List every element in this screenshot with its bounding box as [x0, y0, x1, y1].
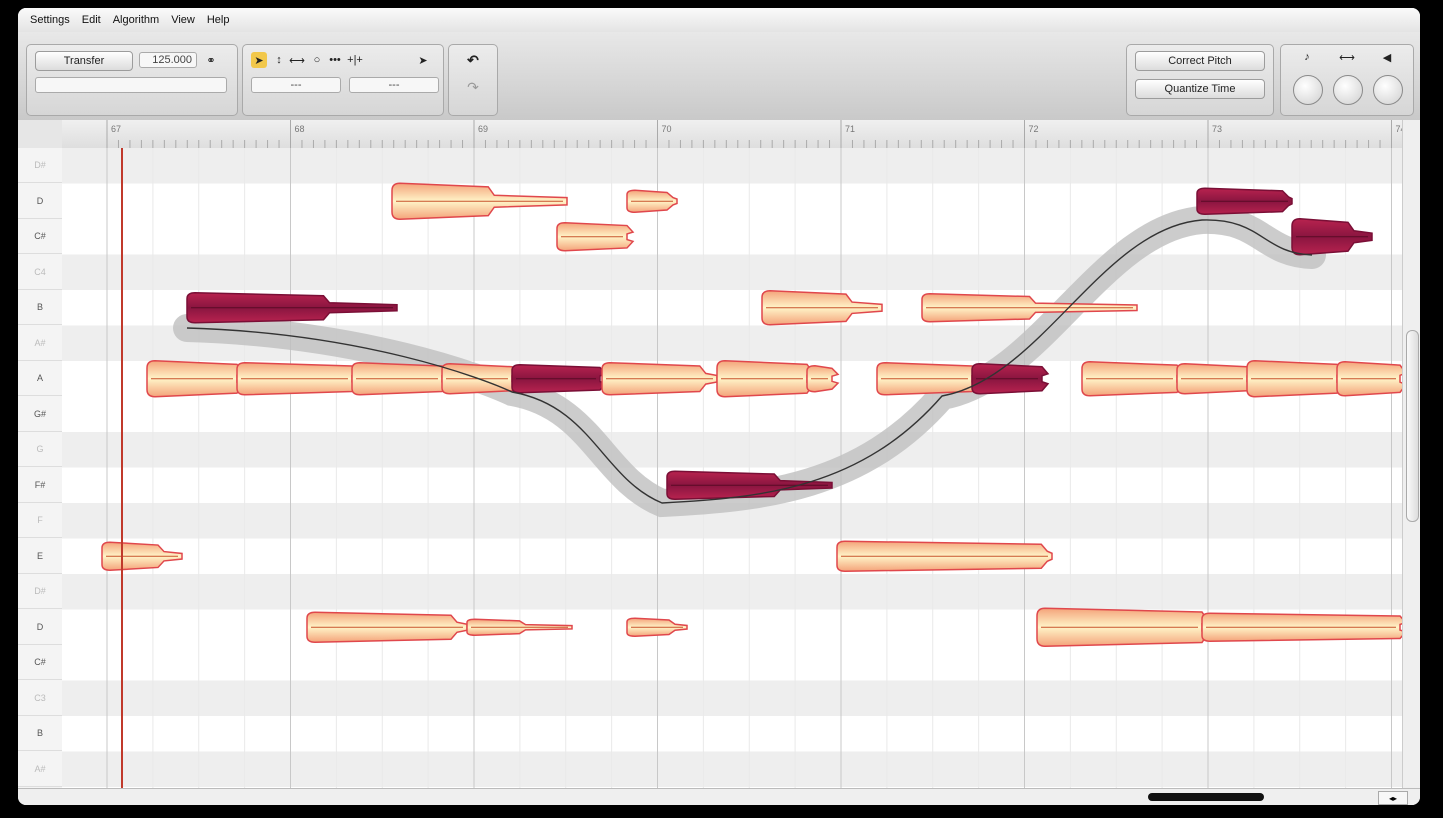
ruler-bar-label: 71: [845, 124, 855, 134]
menu-bar: Settings Edit Algorithm View Help: [18, 8, 1420, 32]
tools-group: ➤ ↕ ⟷ ○ ••• +|+ ➤ --- ---: [242, 44, 444, 116]
piano-key[interactable]: G: [18, 432, 62, 467]
pitch-row-band: [62, 254, 1402, 290]
piano-key[interactable]: D: [18, 184, 62, 219]
piano-keyboard[interactable]: D# D C# C4 B A# A G# G F# F E D# D C# C3 B A#: [18, 148, 63, 788]
correction-group: Correct Pitch Quantize Time: [1126, 44, 1274, 116]
piano-key[interactable]: D#: [18, 574, 62, 609]
redo-icon[interactable]: ↷: [465, 79, 481, 95]
undo-icon[interactable]: ↶: [465, 52, 481, 68]
tempo-field[interactable]: 125.000: [139, 52, 197, 68]
select-tool-icon[interactable]: ➤: [415, 52, 431, 68]
volume-macro-icon: ◀: [1382, 51, 1392, 64]
quantize-time-button[interactable]: Quantize Time: [1135, 79, 1265, 99]
link-icon[interactable]: ⚭: [203, 52, 219, 68]
ruler-bar-label: 73: [1212, 124, 1222, 134]
piano-key[interactable]: C4: [18, 255, 62, 290]
pitch-row-band: [62, 751, 1402, 787]
pitch-row-band: [62, 574, 1402, 610]
piano-key[interactable]: A#: [18, 752, 62, 787]
ruler-bar-label: 68: [295, 124, 305, 134]
piano-key[interactable]: A#: [18, 326, 62, 361]
piano-key[interactable]: B: [18, 716, 62, 751]
app-window: Settings Edit Algorithm View Help Transf…: [18, 8, 1420, 805]
piano-key[interactable]: D: [18, 610, 62, 645]
time-macro-knob[interactable]: [1333, 75, 1363, 105]
vertical-scrollbar[interactable]: [1402, 120, 1420, 788]
piano-key[interactable]: C3: [18, 681, 62, 716]
piano-key[interactable]: C#: [18, 645, 62, 680]
vertical-scroll-thumb[interactable]: [1406, 330, 1419, 522]
piano-key[interactable]: F: [18, 503, 62, 538]
transfer-status-field: [35, 77, 227, 93]
note-canvas: [62, 148, 1402, 788]
ruler-svg: 6768697071727374: [106, 120, 1415, 148]
transfer-group: Transfer 125.000 ⚭: [26, 44, 238, 116]
time-macro-icon: ⟷: [1339, 51, 1355, 64]
undo-group: ↶ ↷: [448, 44, 498, 116]
menu-algorithm[interactable]: Algorithm: [113, 14, 159, 26]
note-editor[interactable]: [62, 148, 1402, 788]
time-tool-icon[interactable]: ⟷: [289, 52, 305, 68]
pitch-macro-icon: ♪: [1304, 51, 1310, 63]
piano-key[interactable]: F#: [18, 468, 62, 503]
piano-key[interactable]: G#: [18, 397, 62, 432]
formant-tool-icon[interactable]: ○: [309, 52, 325, 68]
menu-settings[interactable]: Settings: [30, 14, 70, 26]
ruler-bar-label: 69: [478, 124, 488, 134]
piano-key[interactable]: E: [18, 539, 62, 574]
pitch-row-band: [62, 432, 1402, 468]
horizontal-scroll-thumb[interactable]: [1148, 793, 1264, 801]
amplitude-tool-icon[interactable]: •••: [327, 52, 343, 68]
macro-knobs-group: ♪ ⟷ ◀: [1280, 44, 1414, 116]
pitch-macro-knob[interactable]: [1293, 75, 1323, 105]
ruler-bar-label: 72: [1029, 124, 1039, 134]
toolbar: Transfer 125.000 ⚭ ➤ ↕ ⟷ ○ ••• +|+ ➤ ---…: [18, 32, 1420, 121]
scroll-arrows-icon[interactable]: ◂▸: [1378, 791, 1408, 805]
pitch-row-band: [62, 148, 1402, 184]
ruler-bar-label: 70: [662, 124, 672, 134]
correct-pitch-button[interactable]: Correct Pitch: [1135, 51, 1265, 71]
pitch-tool-icon[interactable]: ↕: [271, 52, 287, 68]
transfer-button[interactable]: Transfer: [35, 51, 133, 71]
volume-macro-knob[interactable]: [1373, 75, 1403, 105]
pitch-row-band: [62, 680, 1402, 716]
menu-help[interactable]: Help: [207, 14, 230, 26]
piano-key[interactable]: B: [18, 290, 62, 325]
main-tool-icon[interactable]: ➤: [251, 52, 267, 68]
menu-view[interactable]: View: [171, 14, 195, 26]
tool-field-right[interactable]: ---: [349, 77, 439, 93]
separation-tool-icon[interactable]: +|+: [347, 52, 363, 68]
time-ruler[interactable]: 6768697071727374: [62, 120, 1415, 149]
horizontal-scrollbar[interactable]: ◂▸: [18, 788, 1420, 805]
tool-field-left[interactable]: ---: [251, 77, 341, 93]
ruler-bar-label: 67: [111, 124, 121, 134]
piano-key[interactable]: C#: [18, 219, 62, 254]
piano-key[interactable]: A: [18, 361, 62, 396]
ruler-corner: [18, 120, 63, 149]
menu-edit[interactable]: Edit: [82, 14, 101, 26]
piano-key[interactable]: D#: [18, 148, 62, 183]
